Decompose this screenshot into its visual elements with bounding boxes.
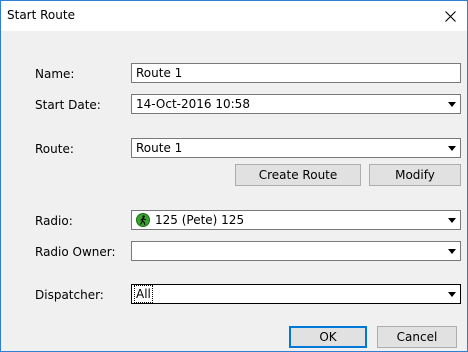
chevron-down-icon [447, 145, 456, 151]
dispatcher-dropdown[interactable]: All [131, 284, 461, 304]
radio-value: 125 (Pete) 125 [155, 213, 245, 227]
radio-dropdown[interactable]: 125 (Pete) 125 [131, 210, 461, 230]
close-button[interactable] [433, 1, 467, 31]
dispatcher-value: All [134, 285, 153, 303]
dispatcher-label: Dispatcher: [35, 288, 104, 302]
radio-owner-dropdown-button[interactable] [443, 242, 460, 260]
route-label: Route: [35, 142, 74, 156]
chevron-down-icon [447, 217, 456, 223]
dispatcher-dropdown-button[interactable] [443, 285, 460, 303]
start-date-value: 14-Oct-2016 10:58 [136, 97, 250, 111]
route-dropdown-button[interactable] [443, 139, 460, 157]
create-route-button[interactable]: Create Route [235, 164, 361, 186]
name-field[interactable]: Route 1 [131, 63, 461, 83]
start-route-dialog: Start Route Name: Route 1 Start Date: 14… [0, 0, 468, 352]
title-bar: Start Route [1, 1, 467, 31]
route-dropdown[interactable]: Route 1 [131, 138, 461, 158]
chevron-down-icon [447, 291, 456, 297]
start-date-dropdown[interactable]: 14-Oct-2016 10:58 [131, 94, 461, 114]
cancel-button[interactable]: Cancel [377, 326, 457, 348]
ok-button[interactable]: OK [289, 326, 367, 348]
radio-label: Radio: [35, 214, 73, 228]
name-label: Name: [35, 67, 75, 81]
chevron-down-icon [447, 248, 456, 254]
start-date-label: Start Date: [35, 98, 101, 112]
route-value: Route 1 [136, 141, 183, 155]
radio-owner-label: Radio Owner: [35, 245, 116, 259]
radio-owner-dropdown[interactable] [131, 241, 461, 261]
chevron-down-icon [447, 101, 456, 107]
radio-dropdown-button[interactable] [443, 211, 460, 229]
name-value: Route 1 [136, 66, 183, 80]
modify-button[interactable]: Modify [369, 164, 461, 186]
close-icon [444, 10, 456, 22]
walking-person-icon [136, 213, 150, 227]
start-date-dropdown-button[interactable] [443, 95, 460, 113]
window-title: Start Route [7, 8, 75, 22]
